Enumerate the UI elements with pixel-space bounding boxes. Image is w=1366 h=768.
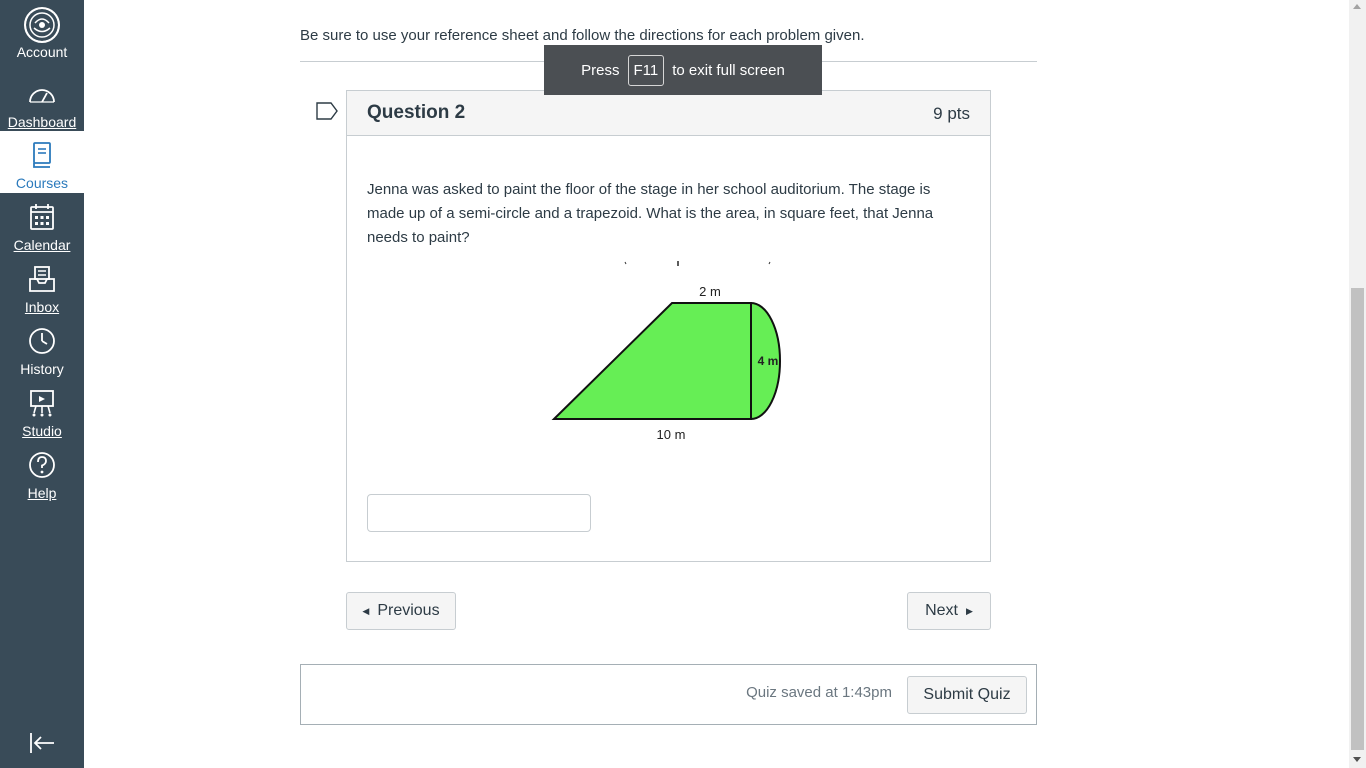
- clock-icon: [29, 328, 55, 354]
- inbox-icon: [29, 266, 55, 292]
- scrollbar-thumb[interactable]: [1351, 288, 1364, 750]
- vertical-scrollbar[interactable]: [1349, 0, 1366, 768]
- previous-button[interactable]: ◀ Previous: [346, 592, 456, 630]
- fullscreen-exit-text: to exit full screen: [672, 61, 785, 79]
- courses-book-icon: [33, 142, 51, 168]
- nav-history-label: History: [20, 361, 64, 377]
- nav-calendar-label: Calendar: [13, 237, 71, 253]
- question-text: Jenna was asked to paint the floor of th…: [367, 181, 934, 246]
- nav-history[interactable]: History: [0, 317, 84, 379]
- scroll-up-arrow-icon[interactable]: [1353, 4, 1361, 9]
- nav-dashboard-label: Dashboard: [7, 114, 77, 130]
- flag-question-icon[interactable]: [316, 102, 338, 120]
- nav-dashboard[interactable]: Dashboard: [0, 70, 84, 132]
- nav-calendar[interactable]: Calendar: [0, 193, 84, 255]
- nav-account[interactable]: Account: [0, 0, 84, 62]
- figure-label-top: 2 m: [699, 284, 721, 299]
- nav-studio[interactable]: Studio: [0, 379, 84, 441]
- nav-help-label: Help: [27, 485, 57, 501]
- figure-label-base: 10 m: [657, 427, 686, 442]
- next-button[interactable]: Next ▶: [907, 592, 991, 630]
- question-points: 9 pts: [933, 104, 970, 123]
- calendar-icon: [30, 204, 54, 230]
- triangle-left-icon: ◀: [362, 605, 370, 616]
- studio-presentation-icon: [30, 390, 54, 417]
- quiz-footer: Quiz saved at 1:43pm Submit Quiz: [300, 664, 1037, 725]
- fullscreen-toast: Press F11 to exit full screen: [544, 45, 822, 95]
- nav-courses[interactable]: Courses: [0, 131, 84, 193]
- fullscreen-press-text: Press: [581, 61, 620, 79]
- nav-inbox-label: Inbox: [24, 299, 60, 315]
- next-button-label: Next: [925, 602, 958, 619]
- nav-inbox[interactable]: Inbox: [0, 255, 84, 317]
- question-card: Question 2 9 pts Jenna was asked to pain…: [346, 90, 991, 562]
- nav-courses-label: Courses: [15, 175, 69, 191]
- global-navigation: Account Dashboard Courses Calendar Inbox…: [0, 0, 84, 768]
- collapse-nav-icon[interactable]: [26, 728, 58, 758]
- question-header: Question 2 9 pts: [347, 91, 990, 136]
- figure-label-height: 4 m: [758, 354, 779, 368]
- account-avatar-icon: [24, 7, 60, 43]
- trapezoid-shape: [551, 302, 752, 420]
- dashboard-icon: [29, 89, 55, 103]
- help-question-icon: [29, 452, 55, 478]
- previous-button-label: Previous: [377, 602, 440, 619]
- triangle-right-icon: ▶: [965, 605, 973, 616]
- question-title: Question 2: [367, 102, 466, 123]
- fullscreen-key: F11: [627, 54, 665, 86]
- quiz-saved-status: Quiz saved at 1:43pm: [746, 684, 892, 701]
- quiz-instructions: Be sure to use your reference sheet and …: [300, 27, 865, 44]
- figure-scan-marks: [624, 261, 771, 266]
- nav-studio-label: Studio: [22, 423, 62, 439]
- nav-account-label: Account: [16, 44, 68, 60]
- answer-input[interactable]: [367, 494, 591, 532]
- nav-help[interactable]: Help: [0, 441, 84, 503]
- submit-quiz-button[interactable]: Submit Quiz: [907, 676, 1027, 714]
- scroll-down-arrow-icon[interactable]: [1353, 757, 1361, 762]
- question-figure: 2 m 4 m 10 m: [551, 261, 781, 442]
